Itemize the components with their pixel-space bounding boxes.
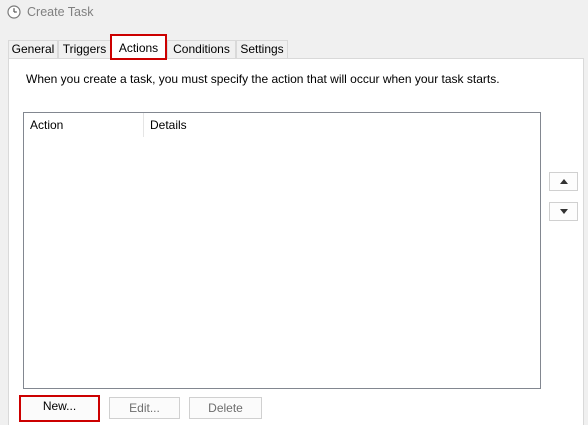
new-action-button[interactable]: New... (19, 395, 100, 422)
move-down-button[interactable] (549, 202, 578, 221)
tab-conditions[interactable]: Conditions (167, 40, 236, 58)
tab-general[interactable]: General (8, 40, 58, 58)
triangle-up-icon (560, 179, 568, 184)
tab-settings[interactable]: Settings (236, 40, 288, 58)
window-title: Create Task (27, 5, 94, 19)
column-header-details[interactable]: Details (144, 113, 540, 137)
actions-list[interactable]: Action Details (23, 112, 541, 389)
tab-triggers[interactable]: Triggers (58, 40, 111, 58)
title-bar: Create Task (0, 0, 588, 26)
actions-description: When you create a task, you must specify… (26, 72, 500, 86)
edit-action-button[interactable]: Edit... (109, 397, 180, 419)
move-up-button[interactable] (549, 172, 578, 191)
delete-action-button[interactable]: Delete (189, 397, 262, 419)
triangle-down-icon (560, 209, 568, 214)
column-header-action[interactable]: Action (24, 113, 144, 137)
task-scheduler-clock-icon (7, 5, 21, 19)
tab-actions[interactable]: Actions (110, 34, 167, 60)
